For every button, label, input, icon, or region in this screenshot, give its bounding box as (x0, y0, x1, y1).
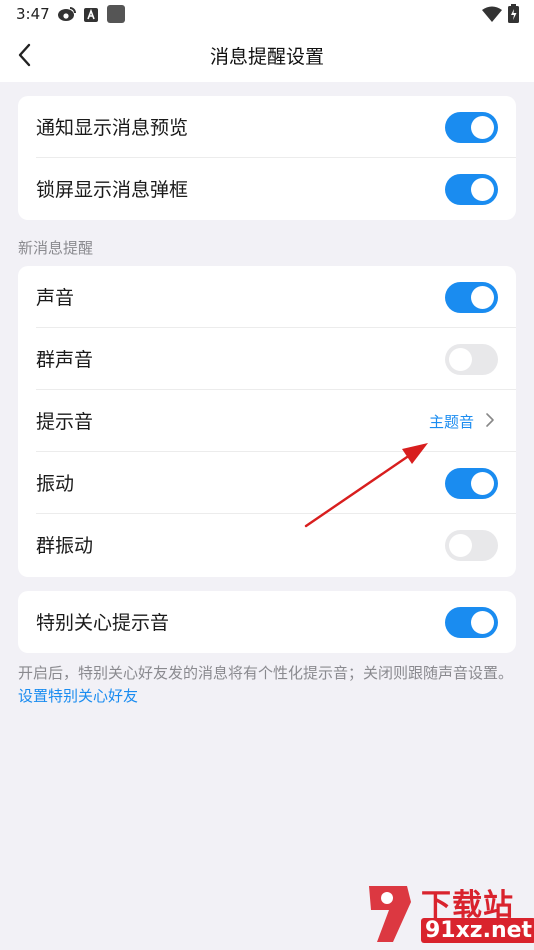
top-nav-bar: 消息提醒设置 (0, 28, 534, 82)
row-label: 声音 (36, 287, 75, 309)
watermark: 下载站 91xz.net (359, 878, 534, 950)
new-message-alerts-card: 声音 群声音 提示音 主题音 振动 群振动 (18, 266, 516, 577)
group-sound-toggle[interactable] (445, 344, 498, 375)
status-time: 3:47 (16, 5, 50, 23)
alert-tone-value: 主题音 (428, 413, 474, 431)
row-group-sound: 群声音 (18, 328, 516, 390)
watermark-domain: 91xz.net (421, 918, 534, 943)
toggle-knob (471, 178, 494, 201)
row-label: 特别关心提示音 (36, 612, 170, 634)
toggle-knob (471, 116, 494, 139)
row-label: 群振动 (36, 535, 94, 557)
battery-icon (508, 4, 519, 27)
weibo-icon (57, 5, 77, 27)
square-icon (107, 5, 125, 27)
row-alert-tone[interactable]: 提示音 主题音 (18, 390, 516, 452)
toggle-knob (471, 611, 494, 634)
vibration-toggle[interactable] (445, 468, 498, 499)
row-vibration: 振动 (18, 452, 516, 514)
sound-toggle[interactable] (445, 282, 498, 313)
a-box-icon (84, 7, 98, 26)
special-care-footnote: 开启后，特别关心好友发的消息将有个性化提示音；关闭则跟随声音设置。设置特别关心好… (18, 662, 518, 708)
special-care-tone-toggle[interactable] (445, 607, 498, 638)
row-notification-preview: 通知显示消息预览 (18, 96, 516, 158)
section-label-new-messages: 新消息提醒 (18, 239, 94, 257)
group-vibration-toggle[interactable] (445, 530, 498, 561)
row-label: 提示音 (36, 411, 94, 433)
toggle-knob (449, 534, 472, 557)
row-label: 振动 (36, 473, 75, 495)
footnote-text: 开启后，特别关心好友发的消息将有个性化提示音；关闭则跟随声音设置。 (18, 664, 514, 682)
lockscreen-popup-toggle[interactable] (445, 174, 498, 205)
page-title: 消息提醒设置 (209, 46, 324, 68)
preview-settings-card: 通知显示消息预览 锁屏显示消息弹框 (18, 96, 516, 220)
toggle-knob (471, 286, 494, 309)
row-label: 通知显示消息预览 (36, 117, 189, 139)
set-special-care-friends-link[interactable]: 设置特别关心好友 (18, 687, 138, 705)
toggle-knob (449, 348, 472, 371)
row-special-care-tone: 特别关心提示音 (18, 591, 516, 653)
row-lockscreen-popup: 锁屏显示消息弹框 (18, 158, 516, 220)
chevron-right-icon (486, 413, 494, 427)
row-sound: 声音 (18, 266, 516, 328)
wifi-icon (482, 6, 502, 26)
watermark-logo-icon (369, 886, 411, 942)
status-bar: 3:47 (0, 0, 534, 28)
notification-preview-toggle[interactable] (445, 112, 498, 143)
special-care-card: 特别关心提示音 (18, 591, 516, 653)
row-group-vibration: 群振动 (18, 514, 516, 576)
row-label: 群声音 (36, 349, 94, 371)
row-label: 锁屏显示消息弹框 (36, 179, 189, 201)
toggle-knob (471, 472, 494, 495)
